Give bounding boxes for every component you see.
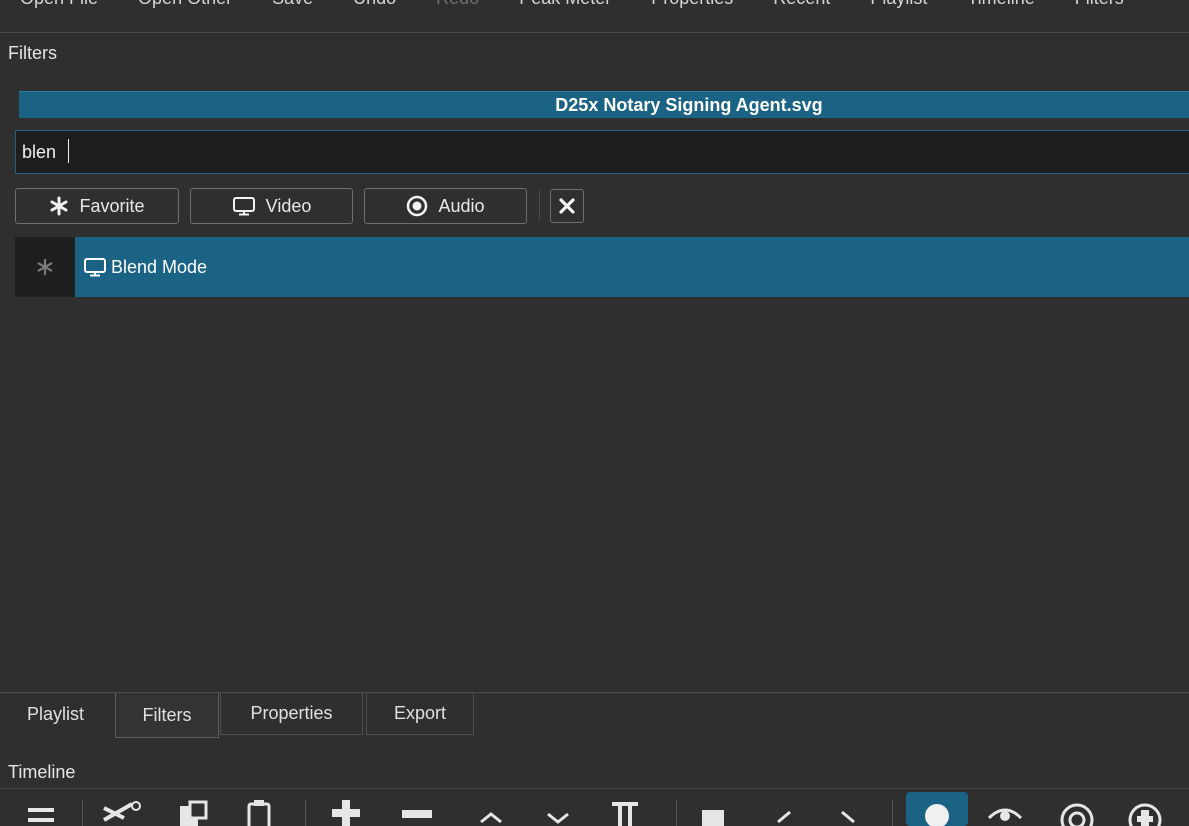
toolbar-separator — [539, 190, 540, 220]
filters-button[interactable]: Filters — [1075, 0, 1124, 9]
peak-meter-button[interactable]: Peak Meter — [519, 0, 611, 9]
properties-button[interactable]: Properties — [651, 0, 733, 9]
overwrite-icon[interactable] — [545, 794, 571, 826]
copy-icon[interactable] — [178, 794, 208, 826]
cut-icon[interactable] — [102, 794, 142, 826]
append-icon[interactable] — [330, 794, 362, 826]
favorite-toggle[interactable] — [15, 237, 75, 297]
video-button-label: Video — [265, 195, 312, 216]
filter-row-main[interactable]: Blend Mode — [75, 237, 1189, 297]
current-clip-bar: D25x Notary Signing Agent.svg — [19, 91, 1189, 118]
recent-button[interactable]: Recent — [773, 0, 830, 9]
video-filter-button[interactable]: Video — [190, 188, 353, 224]
toolbar-separator — [892, 800, 893, 826]
text-caret — [68, 139, 69, 163]
paste-icon[interactable] — [246, 794, 272, 826]
timeline-button[interactable]: Timeline — [967, 0, 1034, 9]
snap-icon[interactable] — [906, 792, 968, 826]
timeline-toolbar — [0, 790, 1189, 826]
favorite-filter-button[interactable]: Favorite — [15, 188, 179, 224]
marker-icon[interactable] — [700, 794, 726, 826]
remove-icon[interactable] — [400, 794, 432, 826]
ripple-all-icon[interactable] — [1125, 794, 1165, 826]
audio-filter-button[interactable]: Audio — [364, 188, 527, 224]
lift-icon[interactable] — [478, 794, 504, 826]
close-icon — [557, 196, 577, 216]
toolbar-separator — [305, 800, 306, 826]
tab-properties[interactable]: Properties — [220, 693, 363, 735]
tab-export[interactable]: Export — [366, 693, 474, 735]
star-icon — [36, 252, 54, 283]
audio-button-label: Audio — [438, 195, 485, 216]
favorite-button-label: Favorite — [79, 195, 145, 216]
scrub-icon[interactable] — [985, 794, 1025, 826]
undo-button[interactable]: Undo — [353, 0, 396, 9]
ripple-icon[interactable] — [1057, 794, 1097, 826]
toolbar-separator — [676, 800, 677, 826]
next-marker-icon[interactable] — [836, 794, 860, 826]
filter-list-item[interactable]: Blend Mode — [15, 237, 1189, 297]
redo-button[interactable]: Redo — [436, 0, 479, 9]
clear-search-button[interactable] — [550, 189, 584, 223]
split-icon[interactable] — [610, 794, 640, 826]
tab-filters[interactable]: Filters — [115, 693, 219, 738]
open-file-button[interactable]: Open File — [20, 0, 98, 9]
open-other-button[interactable]: Open Other — [138, 0, 232, 9]
toolbar-separator — [82, 800, 83, 826]
star-icon — [49, 196, 69, 216]
monitor-icon — [83, 257, 107, 277]
filter-search-input[interactable] — [15, 130, 1189, 174]
main-toolbar: Open File Open Other Save Undo Redo Peak… — [0, 0, 1189, 33]
prev-marker-icon[interactable] — [772, 794, 796, 826]
monitor-icon — [232, 196, 256, 216]
playlist-button[interactable]: Playlist — [870, 0, 927, 9]
menu-icon[interactable] — [28, 794, 54, 826]
save-button[interactable]: Save — [272, 0, 313, 9]
tab-playlist[interactable]: Playlist — [8, 693, 103, 735]
filters-dock-title: Filters — [8, 43, 57, 63]
clip-name: D25x Notary Signing Agent.svg — [555, 95, 823, 115]
timeline-dock-title: Timeline — [8, 762, 76, 782]
timeline-divider — [0, 788, 1189, 789]
filter-name: Blend Mode — [111, 256, 208, 277]
speaker-disc-icon — [406, 195, 428, 217]
